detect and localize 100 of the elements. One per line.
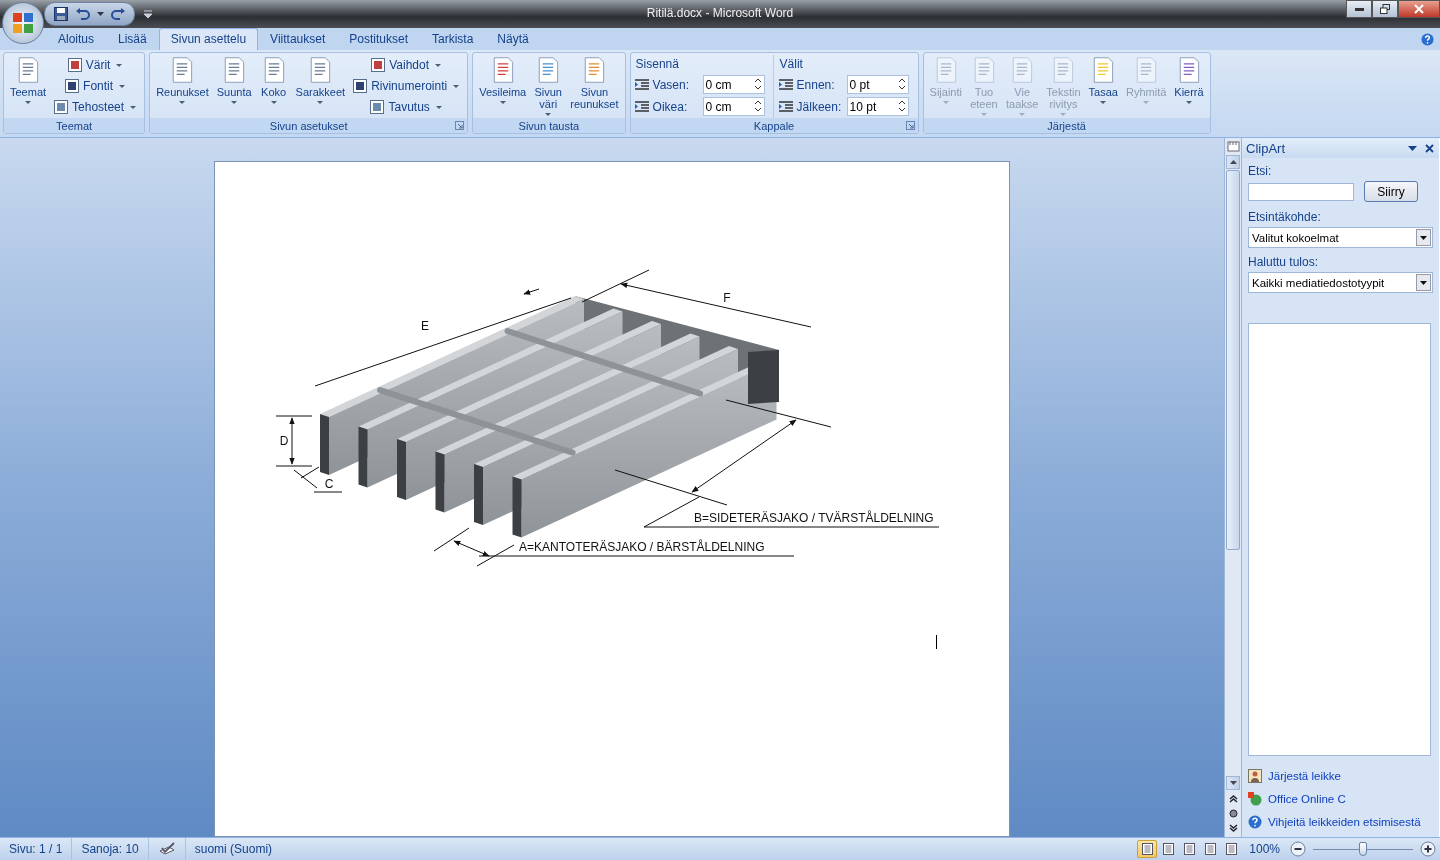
view-icon [1182, 843, 1196, 855]
group-title: Kappale [753, 119, 795, 132]
page-count[interactable]: Sivu: 1 / 1 [0, 838, 73, 860]
ribbon-tab[interactable]: Viittaukset [258, 28, 338, 50]
ribbon-button[interactable]: Tasaa [1085, 55, 1121, 105]
ribbon-button[interactable]: Vaihdot [368, 56, 447, 74]
caret-icon [1186, 101, 1192, 104]
group-title: Teemat [56, 119, 93, 132]
save-icon[interactable] [53, 6, 69, 22]
indent-icon [777, 98, 794, 115]
spin-arrows-icon [753, 99, 762, 113]
language[interactable]: suomi (Suomi) [185, 838, 282, 860]
ribbon-button[interactable]: Rivinumerointi [350, 77, 465, 95]
field-label: Haluttu tulos: [1248, 255, 1320, 269]
caret-icon [435, 63, 442, 67]
field-label: Etsi: [1248, 164, 1273, 178]
ribbon-tab[interactable]: Sivun asettelu [158, 28, 259, 50]
caret-icon [435, 105, 442, 109]
ribbon-button[interactable]: Kierrä [1171, 55, 1207, 105]
dimension-label: C [324, 477, 334, 491]
ribbon-tab[interactable]: Lisää [106, 28, 159, 50]
proofing-icon[interactable] [157, 842, 176, 856]
ribbon-button[interactable]: Tehosteet [51, 98, 142, 116]
pane-link[interactable]: Vihjeitä leikkeiden etsimisestä [1268, 815, 1421, 828]
customize-caret-icon[interactable] [143, 9, 153, 19]
word-count[interactable]: Sanoja: 10 [72, 838, 149, 860]
spin-field[interactable]: 0 pt [846, 75, 909, 94]
ribbon-button[interactable]: Värit [64, 56, 128, 74]
group-title: Sivun asetukset [269, 119, 348, 132]
spin-field[interactable]: 0 cm [702, 97, 765, 116]
ribbon-tab[interactable]: Postitukset [337, 28, 420, 50]
caret-icon [1100, 101, 1107, 104]
view-button[interactable] [1137, 840, 1158, 858]
caret-icon [25, 101, 32, 104]
ribbon-button[interactable]: Fontit [62, 77, 131, 95]
redo-icon[interactable] [110, 6, 126, 22]
indent-icon [777, 76, 794, 93]
ribbon-button[interactable]: Suunta [213, 55, 255, 105]
spin-label: Jälkeen: [796, 99, 842, 114]
pane-link[interactable]: Office Online C [1268, 792, 1346, 805]
spin-field[interactable]: 10 pt [846, 97, 909, 116]
minimize-icon [1354, 7, 1364, 11]
caret-icon [130, 105, 137, 109]
view-icon [1161, 843, 1175, 855]
scrollbar[interactable] [1226, 155, 1240, 790]
close-icon[interactable] [1424, 142, 1435, 154]
text-cursor [936, 635, 937, 649]
help-icon[interactable] [1421, 33, 1434, 46]
zoom-out-icon[interactable] [1290, 841, 1306, 857]
dialog-launcher-icon[interactable] [905, 121, 915, 130]
caret-icon [317, 101, 324, 104]
search-field[interactable] [1248, 182, 1354, 201]
pane-title: ClipArt [1246, 140, 1286, 156]
spin-label: Oikea: [652, 99, 688, 114]
dimension-label: B=SIDETERÄSJAKO / TVÄRSTÅLDELNING [694, 511, 934, 525]
caret-icon [179, 101, 186, 104]
go-button[interactable]: Siirry [1364, 181, 1418, 202]
square-icon [64, 78, 81, 94]
office-logo-icon [11, 11, 35, 35]
dimension-label: D [279, 434, 289, 448]
restore-button[interactable] [1372, 0, 1398, 18]
organizer-icon [1248, 768, 1262, 783]
dialog-launcher-icon[interactable] [455, 121, 465, 130]
browse-object-icon[interactable] [1226, 807, 1240, 820]
caret-icon [453, 84, 460, 88]
ribbon-tab[interactable]: Aloitus [46, 28, 107, 50]
caret-icon [270, 101, 277, 104]
dropdown-field[interactable]: Valitut kokoelmat [1248, 227, 1433, 248]
undo-icon[interactable] [75, 6, 91, 22]
dropdown-field[interactable]: Kaikki mediatiedostotyypit [1248, 272, 1433, 293]
square-icon [66, 57, 83, 73]
group-heading: Välit [778, 56, 804, 73]
ribbon-button[interactable]: Koko [256, 55, 291, 105]
help-icon [1248, 814, 1262, 829]
caret-icon [119, 84, 126, 88]
ribbon-button[interactable]: Sivun väri [531, 55, 566, 117]
group-heading: Sisennä [634, 56, 680, 73]
ribbon-tab[interactable]: Näytä [485, 28, 541, 50]
ribbon-button[interactable]: Reunukset [153, 55, 212, 105]
scroll-down-icon [1229, 781, 1237, 785]
ribbon-button[interactable]: Teemat [7, 55, 50, 105]
ribbon-button[interactable]: Sarakkeet [292, 55, 349, 105]
spin-field[interactable]: 0 cm [702, 75, 765, 94]
caret-icon [1143, 101, 1150, 104]
zoom-level[interactable]: 100% [1249, 842, 1290, 856]
spin-label: Ennen: [796, 77, 835, 92]
view-icon [1140, 843, 1154, 855]
square-icon [369, 99, 386, 115]
close-button[interactable] [1398, 0, 1440, 18]
ruler-icon[interactable] [1226, 140, 1240, 153]
caret-icon[interactable] [97, 11, 104, 17]
slider-thumb[interactable] [1359, 842, 1367, 856]
group-title: Järjestä [1047, 119, 1086, 132]
ribbon-button[interactable]: Vesileima [476, 55, 530, 105]
pane-link[interactable]: Järjestä leikke [1268, 769, 1341, 782]
ribbon-button[interactable]: Sivun reunukset [567, 55, 622, 111]
ribbon-tab[interactable]: Tarkista [419, 28, 486, 50]
minimize-button[interactable] [1346, 0, 1372, 18]
ribbon-button[interactable]: Tavutus [367, 98, 447, 116]
zoom-in-icon[interactable] [1420, 841, 1436, 857]
